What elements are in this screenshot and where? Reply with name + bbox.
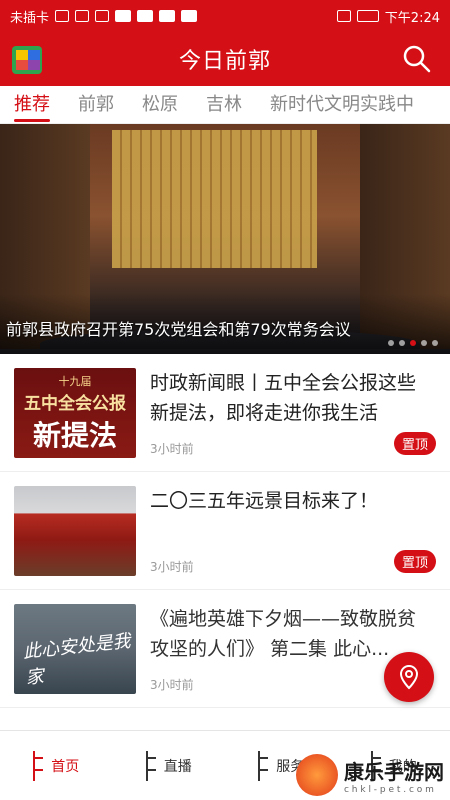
tab-qianguo[interactable]: 前郭: [64, 86, 128, 123]
app-icon: [159, 10, 176, 22]
carousel-dot[interactable]: [388, 340, 394, 346]
location-button[interactable]: [384, 652, 434, 702]
nav-home[interactable]: 首页: [0, 731, 113, 800]
tab-civilization-center[interactable]: 新时代文明实践中: [256, 86, 428, 123]
clock: 下午2:24: [384, 10, 440, 26]
wifi-icon: [75, 10, 90, 22]
tab-songyuan[interactable]: 松原: [128, 86, 192, 123]
news-time: 3小时前: [150, 560, 194, 574]
news-thumbnail: 此心安处是我家: [14, 604, 136, 694]
news-item[interactable]: 十九届 五中全会公报 新提法 时政新闻眼丨五中全会公报这些新提法，即将走进你我生…: [0, 354, 450, 472]
hero-backdrop: [112, 130, 317, 268]
news-list: 十九届 五中全会公报 新提法 时政新闻眼丨五中全会公报这些新提法，即将走进你我生…: [0, 354, 450, 708]
carousel-dot[interactable]: [432, 340, 438, 346]
category-tabs: 推荐 前郭 松原 吉林 新时代文明实践中: [0, 86, 450, 124]
nav-live[interactable]: 直播: [113, 731, 226, 800]
mongolian-script-icon: [258, 750, 270, 781]
app-icon-2: [181, 10, 198, 22]
status-bar: 未插卡 下午2:24: [0, 0, 450, 32]
watermark-subtitle: c h k l - p e t . c o m: [344, 784, 434, 795]
wechat-icon: [95, 10, 110, 22]
news-time: 3小时前: [150, 678, 194, 692]
mongolian-script-icon: [145, 750, 158, 781]
battery-icon: [356, 10, 379, 22]
notification-icon: [115, 10, 132, 22]
page-title: 今日前郭: [178, 49, 271, 74]
pinned-badge: 置顶: [393, 550, 436, 573]
sim-icon: [55, 10, 70, 22]
thumb-label: 此心安处是我家: [22, 630, 132, 689]
tab-recommend[interactable]: 推荐: [0, 86, 64, 123]
news-headline: 《遍地英雄下夕烟——致敬脱贫攻坚的人们》 第二集 此心...: [150, 608, 417, 660]
mongolian-script-icon: [33, 750, 45, 781]
carrier-label: 未插卡: [10, 10, 50, 26]
news-headline: 时政新闻眼丨五中全会公报这些新提法，即将走进你我生活: [150, 372, 417, 424]
carousel-dot[interactable]: [421, 340, 427, 346]
app-bar: 今日前郭: [0, 32, 450, 86]
carousel-dot[interactable]: [399, 340, 405, 346]
watermark-logo-icon: [296, 754, 338, 796]
thumb-label: 五中全会公报: [24, 393, 126, 414]
thumb-label: 十九届: [58, 374, 92, 388]
thumb-label: 新提法: [32, 418, 117, 452]
news-thumbnail: [14, 486, 136, 576]
nav-label: 首页: [51, 758, 80, 775]
nav-label: 直播: [163, 758, 192, 775]
watermark-title: 康乐手游网: [344, 759, 444, 784]
pinned-badge: 置顶: [393, 432, 436, 455]
hero-banner[interactable]: 前郭县政府召开第75次党组会和第79次常务会议: [0, 124, 450, 354]
news-time: 3小时前: [150, 442, 194, 456]
news-thumbnail: 十九届 五中全会公报 新提法: [14, 368, 136, 458]
news-headline: 二〇三五年远景目标来了！: [150, 490, 379, 512]
location-pin-icon: [399, 664, 419, 690]
hero-caption: 前郭县政府召开第75次党组会和第79次常务会议: [6, 320, 351, 339]
news-item[interactable]: 此心安处是我家 《遍地英雄下夕烟——致敬脱贫攻坚的人们》 第二集 此心... 3…: [0, 590, 450, 708]
carousel-dot[interactable]: [410, 340, 416, 346]
weibo-icon: [137, 10, 154, 22]
search-icon[interactable]: [402, 44, 432, 74]
app-logo[interactable]: [10, 42, 46, 78]
carousel-dots: [388, 340, 438, 346]
vibrate-icon: [336, 10, 351, 22]
tab-jilin[interactable]: 吉林: [192, 86, 256, 123]
news-item[interactable]: 二〇三五年远景目标来了！ 3小时前 置顶: [0, 472, 450, 590]
watermark: 康乐手游网 c h k l - p e t . c o m: [296, 754, 444, 796]
